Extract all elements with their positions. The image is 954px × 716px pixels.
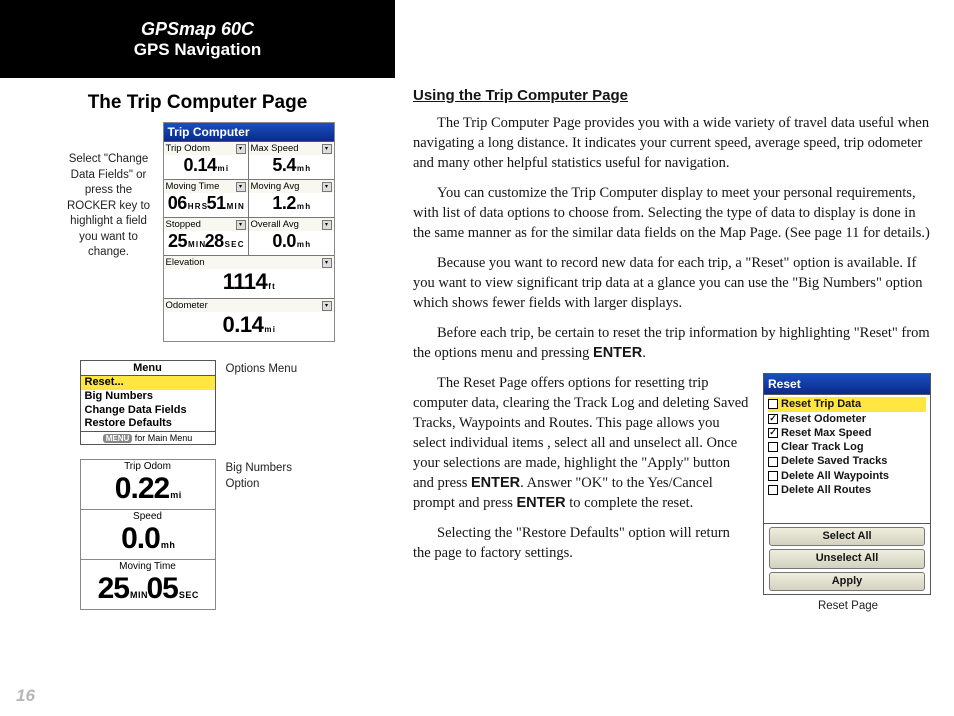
paragraph: The Reset Page offers options for resett… — [413, 373, 749, 513]
menu-title: Menu — [81, 361, 215, 376]
reset-item[interactable]: Delete All Routes — [768, 483, 926, 497]
bn-trip-odom: Trip Odom 0.22m i — [81, 460, 215, 510]
bignum-caption: Big Numbers Option — [226, 461, 316, 492]
field-elevation: Elevation▾ 1114f t — [164, 256, 334, 299]
field-trip-odom: Trip Odom▾ 0.14m i — [164, 142, 249, 180]
reset-caption: Reset Page — [763, 599, 933, 615]
field-max-speed: Max Speed▾ 5.4m h — [249, 142, 334, 180]
paragraph: Selecting the "Restore Defaults" option … — [413, 523, 749, 563]
reset-item[interactable]: Reset Trip Data — [768, 397, 926, 411]
reset-item[interactable]: ✓Reset Max Speed — [768, 426, 926, 440]
section-heading: Using the Trip Computer Page — [413, 86, 933, 107]
bn-speed: Speed 0.0m h — [81, 510, 215, 560]
paragraph: The Trip Computer Page provides you with… — [413, 113, 933, 173]
reset-item-label: Reset Trip Data — [781, 397, 861, 411]
paragraph: You can customize the Trip Computer disp… — [413, 183, 933, 243]
reset-screen: Reset Reset Trip Data✓Reset Odometer✓Res… — [763, 373, 931, 595]
chapter-name: GPS Navigation — [0, 40, 395, 60]
checkbox-icon[interactable] — [768, 471, 778, 481]
field-overall-avg: Overall Avg▾ 0.0m h — [249, 218, 334, 256]
chevron-down-icon: ▾ — [236, 144, 246, 154]
unselect-all-button[interactable]: Unselect All — [769, 549, 925, 568]
chevron-down-icon: ▾ — [322, 258, 332, 268]
chevron-down-icon: ▾ — [236, 182, 246, 192]
reset-item-label: Delete All Waypoints — [781, 469, 889, 483]
reset-item[interactable]: Clear Track Log — [768, 440, 926, 454]
checkbox-icon[interactable]: ✓ — [768, 428, 778, 438]
reset-title-bar: Reset — [764, 374, 930, 396]
paragraph: Because you want to record new data for … — [413, 253, 933, 313]
menu-item-reset[interactable]: Reset... — [81, 376, 215, 390]
checkbox-icon[interactable]: ✓ — [768, 414, 778, 424]
big-numbers-screen: Trip Odom 0.22m i Speed 0.0m h Moving Ti… — [80, 459, 216, 610]
reset-item-label: Clear Track Log — [781, 440, 864, 454]
select-all-button[interactable]: Select All — [769, 527, 925, 546]
paragraph: Before each trip, be certain to reset th… — [413, 323, 933, 363]
menu-item-big-numbers[interactable]: Big Numbers — [81, 390, 215, 404]
apply-button[interactable]: Apply — [769, 572, 925, 591]
chapter-header: GPSmap 60C GPS Navigation — [0, 0, 395, 78]
device-title-bar: Trip Computer — [164, 123, 334, 142]
checkbox-icon[interactable] — [768, 442, 778, 452]
side-caption: Select "Change Data Fields" or press the… — [61, 152, 157, 261]
checkbox-icon[interactable] — [768, 485, 778, 495]
reset-item[interactable]: Delete Saved Tracks — [768, 454, 926, 468]
chevron-down-icon: ▾ — [322, 220, 332, 230]
chevron-down-icon: ▾ — [322, 144, 332, 154]
product-name: GPSmap 60C — [0, 19, 395, 40]
field-moving-time: Moving Time▾ 06H R S 51M I N — [164, 180, 249, 218]
menu-item-restore-defaults[interactable]: Restore Defaults — [81, 417, 215, 431]
reset-item-label: Reset Odometer — [781, 412, 866, 426]
chevron-down-icon: ▾ — [322, 301, 332, 311]
reset-item-label: Delete Saved Tracks — [781, 454, 887, 468]
field-stopped: Stopped▾ 25M I N 28S E C — [164, 218, 249, 256]
reset-item-label: Delete All Routes — [781, 483, 871, 497]
checkbox-icon[interactable] — [768, 399, 778, 409]
menu-footer: MENU for Main Menu — [81, 431, 215, 444]
field-moving-avg: Moving Avg▾ 1.2m h — [249, 180, 334, 218]
field-odometer: Odometer▾ 0.14m i — [164, 299, 334, 341]
chevron-down-icon: ▾ — [322, 182, 332, 192]
right-column: Using the Trip Computer Page The Trip Co… — [413, 86, 933, 615]
page-number: 16 — [16, 686, 35, 706]
reset-item[interactable]: Delete All Waypoints — [768, 469, 926, 483]
menu-item-change-data-fields[interactable]: Change Data Fields — [81, 404, 215, 418]
reset-item[interactable]: ✓Reset Odometer — [768, 412, 926, 426]
bn-moving-time: Moving Time 25M I N 05S E C — [81, 560, 215, 609]
manual-page: GPSmap 60C GPS Navigation The Trip Compu… — [0, 0, 954, 716]
reset-item-label: Reset Max Speed — [781, 426, 871, 440]
options-caption: Options Menu — [226, 362, 316, 378]
chevron-down-icon: ▾ — [236, 220, 246, 230]
options-menu: Menu Reset... Big Numbers Change Data Fi… — [80, 360, 216, 445]
trip-computer-screen: Trip Computer Trip Odom▾ 0.14m i Max Spe… — [163, 122, 335, 342]
left-column: The Trip Computer Page Select "Change Da… — [0, 78, 395, 610]
checkbox-icon[interactable] — [768, 457, 778, 467]
menu-key-chip: MENU — [103, 434, 133, 443]
left-subtitle: The Trip Computer Page — [0, 92, 395, 114]
